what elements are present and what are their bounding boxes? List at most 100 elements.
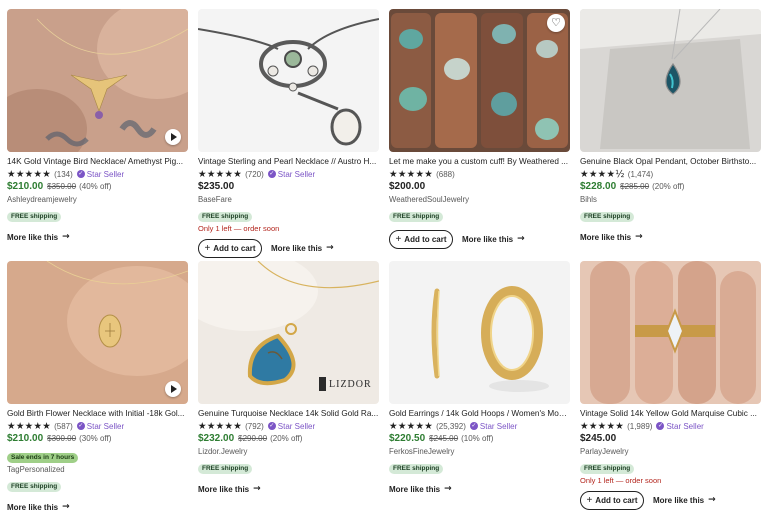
add-to-cart-button[interactable]: + Add to cart [389, 229, 453, 249]
add-to-cart-button[interactable]: + Add to cart [580, 490, 644, 510]
birth-flower-necklace-photo [7, 261, 188, 404]
star-rating-icon: ★★★★★ [198, 420, 243, 432]
review-count: (792) [245, 421, 264, 431]
product-image[interactable] [198, 9, 379, 152]
star-rating-icon: ★★★★½ [580, 168, 625, 180]
shop-name[interactable]: Bihls [580, 194, 761, 205]
discount: (20% off) [652, 182, 685, 191]
product-title[interactable]: Gold Earrings / 14k Gold Hoops / Women's… [389, 408, 570, 419]
product-image[interactable]: ♡ [389, 9, 570, 152]
product-card[interactable]: Gold Earrings / 14k Gold Hoops / Women's… [389, 261, 570, 499]
add-to-cart-button[interactable]: + Add to cart [198, 238, 262, 258]
gold-hoops-photo [389, 261, 570, 404]
play-video-icon[interactable] [165, 381, 181, 397]
star-seller-badge: ✓ Star Seller [76, 421, 125, 431]
price: $245.00 [580, 433, 617, 444]
review-count: (587) [54, 421, 73, 431]
plus-icon: + [586, 494, 593, 506]
star-seller-badge: ✓ Star Seller [267, 169, 316, 179]
product-title[interactable]: Genuine Turquoise Necklace 14k Solid Gol… [198, 408, 379, 419]
star-rating-icon: ★★★★★ [580, 420, 625, 432]
star-seller-badge: ✓ Star Seller [267, 421, 316, 431]
price-row: $220.50 $245.00 (10% off) [389, 433, 570, 446]
price: $200.00 [389, 181, 426, 192]
card-actions: More like this → [198, 479, 379, 499]
product-title[interactable]: Let me make you a custom cuff! By Weathe… [389, 156, 570, 167]
product-card[interactable]: LIZDOR Genuine Turquoise Necklace 14k So… [198, 261, 379, 499]
star-seller-badge: ✓ Star Seller [76, 169, 125, 179]
review-count: (134) [54, 169, 73, 179]
product-title[interactable]: Gold Birth Flower Necklace with Initial … [7, 408, 188, 419]
rating: ★★★★★ (25,392) ✓ Star Seller [389, 420, 570, 432]
pearl-necklace-photo [198, 9, 379, 152]
star-seller-icon: ✓ [76, 422, 85, 430]
product-card[interactable]: 14K Gold Vintage Bird Necklace/ Amethyst… [7, 9, 188, 247]
heart-icon[interactable]: ♡ [547, 14, 565, 32]
shop-name[interactable]: FerkosFineJewelry [389, 446, 570, 457]
review-count: (25,392) [436, 421, 466, 431]
price-row: $200.00 [389, 181, 570, 194]
product-card[interactable]: ♡ Let me make you a custom cuff! By Weat… [389, 9, 570, 249]
free-shipping-badge: FREE shipping [389, 212, 444, 222]
review-count: (1,474) [627, 169, 654, 179]
opal-pendant-photo [580, 9, 761, 152]
price: $235.00 [198, 181, 235, 192]
price-row: $232.00 $290.00 (20% off) [198, 433, 379, 446]
shop-name[interactable]: BaseFare [198, 194, 379, 205]
play-video-icon[interactable] [165, 129, 181, 145]
more-like-this-link[interactable]: More like this → [7, 232, 70, 242]
sale-price: $220.50 [389, 433, 426, 444]
sale-price: $228.00 [580, 181, 617, 192]
sale-price: $232.00 [198, 433, 235, 444]
review-count: (720) [245, 169, 264, 179]
product-title[interactable]: Genuine Black Opal Pendant, October Birt… [580, 156, 761, 167]
more-like-this-link[interactable]: More like this → [580, 232, 643, 242]
shop-name[interactable]: WeatheredSoulJewelry [389, 194, 570, 205]
review-count: (688) [436, 169, 455, 179]
more-like-this-link[interactable]: More like this → [389, 484, 452, 494]
product-image[interactable] [7, 261, 188, 404]
product-image[interactable] [389, 261, 570, 404]
more-like-this-link[interactable]: More like this → [198, 484, 261, 494]
price-row: $210.00 $350.00 (40% off) [7, 181, 188, 194]
product-image[interactable] [7, 9, 188, 152]
product-card[interactable]: Vintage Solid 14k Yellow Gold Marquise C… [580, 261, 761, 510]
star-rating-icon: ★★★★★ [7, 168, 52, 180]
arrow-right-icon: → [635, 232, 643, 242]
plus-icon: + [204, 242, 211, 254]
original-price: $290.00 [238, 434, 268, 443]
product-card[interactable]: Gold Birth Flower Necklace with Initial … [7, 261, 188, 517]
free-shipping-badge: FREE shipping [198, 464, 253, 474]
product-card[interactable]: Vintage Sterling and Pearl Necklace // A… [198, 9, 379, 258]
custom-cuff-photo [389, 9, 570, 152]
rating: ★★★★★ (587) ✓ Star Seller [7, 420, 188, 432]
star-seller-icon: ✓ [267, 170, 276, 178]
sale-ends-badge: Sale ends in 7 hours [7, 453, 79, 463]
product-card[interactable]: Genuine Black Opal Pendant, October Birt… [580, 9, 761, 247]
free-shipping-badge: FREE shipping [389, 464, 444, 474]
rating: ★★★★★ (792) ✓ Star Seller [198, 420, 379, 432]
more-like-this-link[interactable]: More like this → [653, 495, 716, 505]
marquise-ring-photo [580, 261, 761, 404]
more-like-this-link[interactable]: More like this → [271, 243, 334, 253]
card-actions: More like this → [580, 227, 761, 247]
shop-name[interactable]: Lizdor.Jewelry [198, 446, 379, 457]
star-rating-icon: ★★★★★ [389, 420, 434, 432]
product-image[interactable] [580, 261, 761, 404]
product-title[interactable]: 14K Gold Vintage Bird Necklace/ Amethyst… [7, 156, 188, 167]
product-image[interactable]: LIZDOR [198, 261, 379, 404]
star-seller-badge: ✓ Star Seller [656, 421, 704, 431]
discount: (20% off) [270, 434, 303, 443]
product-title[interactable]: Vintage Solid 14k Yellow Gold Marquise C… [580, 408, 761, 419]
product-grid: 14K Gold Vintage Bird Necklace/ Amethyst… [0, 0, 768, 512]
shop-name[interactable]: Ashleydreamjewelry [7, 194, 188, 205]
more-like-this-link[interactable]: More like this → [7, 502, 70, 512]
product-image[interactable] [580, 9, 761, 152]
bird-necklace-photo [7, 9, 188, 152]
shop-name[interactable]: TagPersonalized [7, 464, 188, 475]
arrow-right-icon: → [444, 484, 452, 494]
arrow-right-icon: → [708, 495, 716, 505]
more-like-this-link[interactable]: More like this → [462, 234, 525, 244]
shop-name[interactable]: ParlayJewelry [580, 446, 761, 457]
product-title[interactable]: Vintage Sterling and Pearl Necklace // A… [198, 156, 379, 167]
